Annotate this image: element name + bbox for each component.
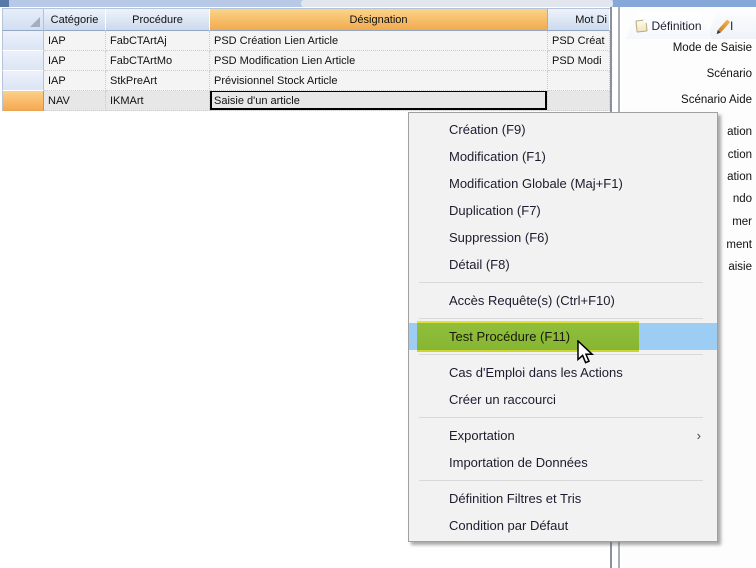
- menu-item-cas-emploi[interactable]: Cas d'Emploi dans les Actions: [409, 359, 717, 386]
- cell-categorie[interactable]: IAP: [44, 51, 106, 71]
- menu-item-detail[interactable]: Détail (F8): [409, 251, 717, 278]
- table-row[interactable]: IAP StkPreArt Prévisionnel Stock Article: [2, 71, 610, 91]
- tab-definition[interactable]: Définition: [626, 12, 712, 39]
- menu-separator: [419, 282, 703, 283]
- cell-designation[interactable]: Prévisionnel Stock Article: [210, 71, 548, 91]
- field-label-scenario-aide: Scénario Aide: [681, 93, 752, 108]
- procedures-table: Catégorie Procédure Désignation Mot Di I…: [2, 8, 610, 111]
- field-label-clipped: aisie: [728, 260, 752, 275]
- panel-tabstrip: I Définition: [622, 12, 756, 39]
- submenu-arrow-icon: ›: [697, 422, 701, 449]
- menu-item-acces-requetes[interactable]: Accès Requête(s) (Ctrl+F10): [409, 287, 717, 314]
- menu-item-creation[interactable]: Création (F9): [409, 116, 717, 143]
- column-header-categorie[interactable]: Catégorie: [44, 9, 106, 31]
- menu-item-modification[interactable]: Modification (F1): [409, 143, 717, 170]
- column-header-designation[interactable]: Désignation: [210, 9, 548, 31]
- cell-categorie[interactable]: IAP: [44, 71, 106, 91]
- cell-procedure[interactable]: FabCTArtMo: [106, 51, 210, 71]
- field-label-clipped: ation: [727, 125, 752, 140]
- column-header-procedure[interactable]: Procédure: [106, 9, 210, 31]
- mouse-cursor-icon: [574, 340, 598, 371]
- tab-partial[interactable]: I: [706, 12, 756, 39]
- table-corner-cell[interactable]: [2, 9, 44, 31]
- table-row[interactable]: IAP FabCTArtMo PSD Modification Lien Art…: [2, 51, 610, 71]
- field-label-clipped: ation: [727, 170, 752, 185]
- menu-item-test-procedure[interactable]: Test Procédure (F11): [409, 323, 717, 350]
- menu-item-label: Exportation: [449, 422, 697, 449]
- column-header-mot-directeur[interactable]: Mot Di: [548, 9, 610, 31]
- table-row[interactable]: IAP FabCTArtAj PSD Création Lien Article…: [2, 31, 610, 51]
- cell-categorie[interactable]: IAP: [44, 31, 106, 51]
- field-label-mode-de-saisie: Mode de Saisie: [673, 41, 752, 56]
- menu-item-label: Détail (F8): [449, 251, 705, 278]
- cell-mot-directeur[interactable]: [548, 91, 610, 111]
- note-icon: [636, 19, 648, 32]
- cell-mot-directeur[interactable]: PSD Modi: [548, 51, 610, 71]
- table-header-row: Catégorie Procédure Désignation Mot Di: [2, 9, 610, 31]
- cell-procedure[interactable]: FabCTArtAj: [106, 31, 210, 51]
- field-label-clipped: mer: [732, 215, 752, 230]
- menu-item-exportation[interactable]: Exportation ›: [409, 422, 717, 449]
- menu-item-label: Duplication (F7): [449, 197, 705, 224]
- menu-separator: [419, 354, 703, 355]
- row-header[interactable]: [2, 31, 44, 51]
- field-label-clipped: ment: [726, 238, 752, 253]
- menu-item-duplication[interactable]: Duplication (F7): [409, 197, 717, 224]
- top-strip-thumb[interactable]: [301, 0, 613, 7]
- menu-item-label: Créer un raccourci: [449, 386, 705, 413]
- top-scroll-strip: [0, 0, 756, 7]
- menu-item-label: Modification (F1): [449, 143, 705, 170]
- cell-mot-directeur[interactable]: PSD Créat: [548, 31, 610, 51]
- table-row-selected[interactable]: NAV IKMArt Saisie d'un article: [2, 91, 610, 111]
- menu-item-label: Suppression (F6): [449, 224, 705, 251]
- menu-item-label: Modification Globale (Maj+F1): [449, 170, 705, 197]
- menu-item-label: Définition Filtres et Tris: [449, 485, 705, 512]
- menu-item-label: Création (F9): [449, 116, 705, 143]
- menu-separator: [419, 480, 703, 481]
- cell-procedure[interactable]: StkPreArt: [106, 71, 210, 91]
- context-menu: Création (F9) Modification (F1) Modifica…: [408, 112, 718, 542]
- row-header[interactable]: [2, 51, 44, 71]
- top-strip-right: [613, 0, 756, 7]
- field-label-scenario: Scénario: [707, 67, 752, 82]
- menu-separator: [419, 417, 703, 418]
- menu-item-creer-raccourci[interactable]: Créer un raccourci: [409, 386, 717, 413]
- tab-label-fragment: I: [730, 19, 733, 33]
- menu-item-label: Condition par Défaut: [449, 512, 705, 539]
- row-header-selected[interactable]: [2, 91, 44, 111]
- menu-item-modification-globale[interactable]: Modification Globale (Maj+F1): [409, 170, 717, 197]
- menu-item-suppression[interactable]: Suppression (F6): [409, 224, 717, 251]
- pencil-icon: [718, 19, 730, 32]
- menu-item-definition-filtres[interactable]: Définition Filtres et Tris: [409, 485, 717, 512]
- menu-item-importation[interactable]: Importation de Données: [409, 449, 717, 476]
- tab-label: Définition: [651, 19, 701, 33]
- row-header[interactable]: [2, 71, 44, 91]
- field-label-clipped: ction: [728, 148, 752, 163]
- menu-separator: [419, 318, 703, 319]
- cell-categorie[interactable]: NAV: [44, 91, 106, 111]
- menu-item-label: Accès Requête(s) (Ctrl+F10): [449, 287, 705, 314]
- cell-designation-selected[interactable]: Saisie d'un article: [210, 91, 548, 111]
- cell-designation[interactable]: PSD Modification Lien Article: [210, 51, 548, 71]
- cell-designation[interactable]: PSD Création Lien Article: [210, 31, 548, 51]
- app-window: Catégorie Procédure Désignation Mot Di I…: [0, 0, 756, 568]
- field-label-clipped: ndo: [733, 192, 752, 207]
- menu-item-condition-defaut[interactable]: Condition par Défaut: [409, 512, 717, 539]
- cell-mot-directeur[interactable]: [548, 71, 610, 91]
- menu-item-label: Importation de Données: [449, 449, 705, 476]
- cell-procedure[interactable]: IKMArt: [106, 91, 210, 111]
- top-strip-corner: [0, 0, 9, 7]
- corner-triangle-icon: [30, 17, 40, 27]
